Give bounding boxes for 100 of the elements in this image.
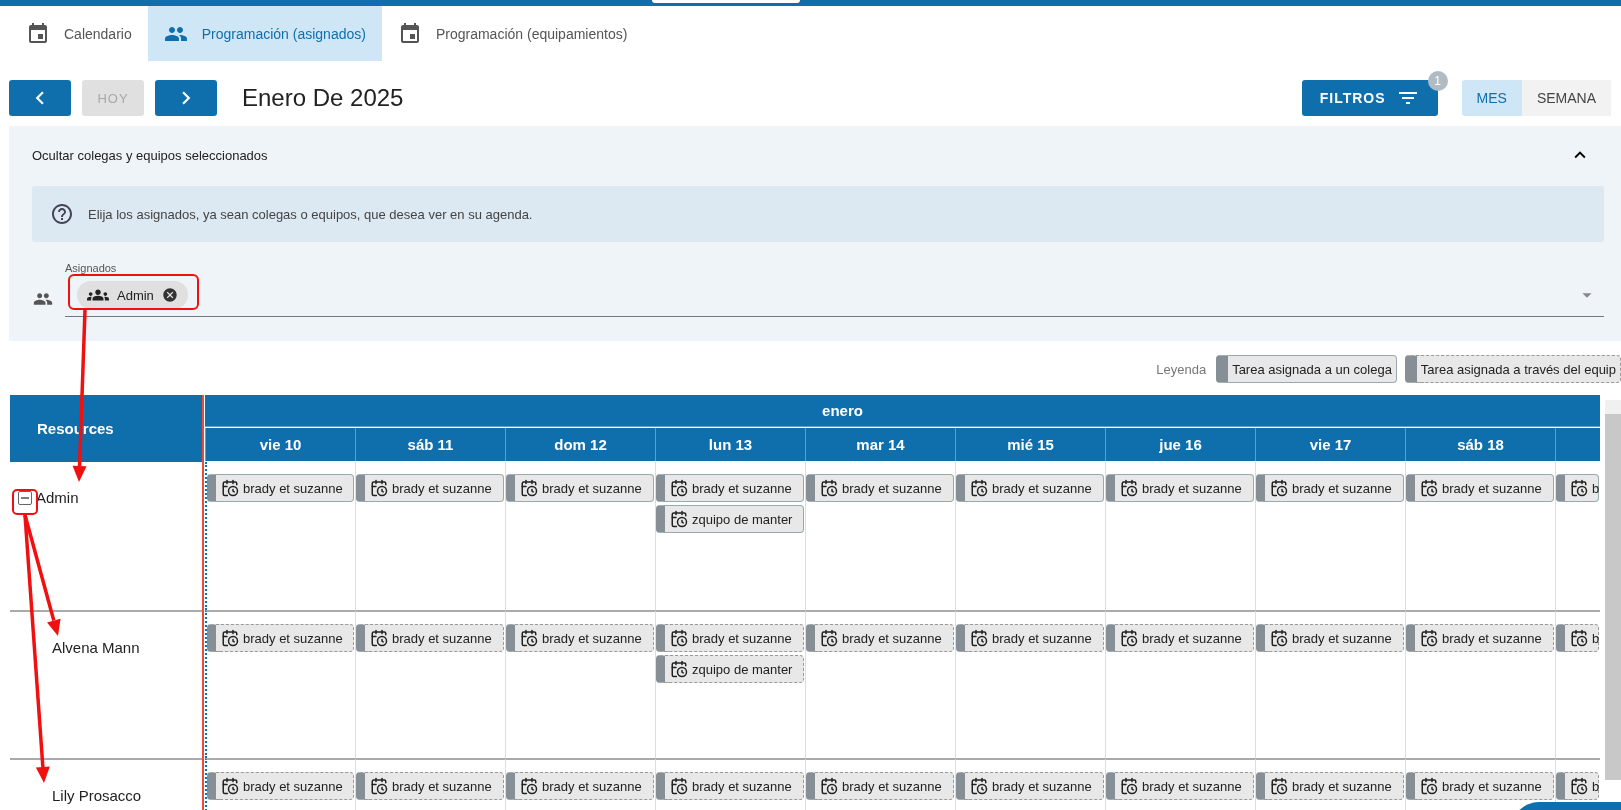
day-heading: jue 16 (1105, 428, 1255, 461)
calendar-clock-icon (1570, 777, 1588, 795)
calendar-clock-icon (1270, 777, 1288, 795)
tab[interactable]: Programación (asignados) (147, 6, 382, 61)
event-chip[interactable]: b (1556, 772, 1599, 800)
calendar-clock-icon (970, 479, 988, 497)
calendar-clock-icon (1420, 777, 1438, 795)
calendar-clock-icon (1420, 629, 1438, 647)
event-chip[interactable]: brady et suzanne (806, 772, 954, 800)
calendar-clock-icon (670, 479, 688, 497)
calendar-clock-icon (370, 629, 388, 647)
info-text: Elija los asignados, ya sean colegas o equipos, que desea ver en su agenda. (88, 206, 533, 222)
calendar-clock-icon (970, 777, 988, 795)
calendar-clock-icon (1570, 629, 1588, 647)
resource-name: Lily Prosacco (52, 787, 142, 804)
calendar-clock-icon (221, 777, 239, 795)
calendar-clock-icon (370, 479, 388, 497)
event-chip[interactable]: brady et suzanne (956, 772, 1104, 800)
calendar-clock-icon (1420, 479, 1438, 497)
event-chip[interactable]: brady et suzanne (1406, 474, 1554, 502)
event-chip[interactable]: brady et suzanne (1406, 624, 1554, 652)
event-chip[interactable]: brady et suzanne (1256, 624, 1404, 652)
calendar-clock-icon (520, 777, 538, 795)
month-title: Enero De 2025 (242, 84, 405, 112)
legend-item: Tarea asignada a un colega (1216, 355, 1397, 383)
calendar-icon (26, 21, 50, 46)
event-chip[interactable]: brady et suzanne (656, 772, 804, 800)
event-chip[interactable]: brady et suzanne (356, 772, 504, 800)
next-button[interactable] (155, 80, 217, 116)
previous-button[interactable] (9, 80, 71, 116)
assignees-field[interactable]: Asignados Admin (65, 258, 1604, 317)
tab[interactable]: Programación (equipamientos) (381, 6, 644, 61)
search-field[interactable] (652, 0, 800, 3)
event-chip[interactable]: brady et suzanne (656, 624, 804, 652)
event-chip[interactable]: zquipo de manter (656, 655, 804, 683)
calendar-clock-icon (1570, 479, 1588, 497)
day-heading: lun 13 (655, 428, 805, 461)
resource-name: Admin (36, 489, 79, 506)
view-toggle[interactable]: MES (1461, 80, 1522, 116)
event-chip[interactable]: brady et suzanne (1256, 474, 1404, 502)
event-chip[interactable]: brady et suzanne (806, 624, 954, 652)
tab[interactable]: Calendario (10, 6, 148, 61)
day-heading: mar 14 (805, 428, 955, 461)
filter-count-badge: 1 (1427, 71, 1448, 91)
legend-item: Tarea asignada a través del equip (1404, 355, 1621, 383)
calendar-clock-icon (370, 777, 388, 795)
calendar-clock-icon (970, 629, 988, 647)
calendar-clock-icon (1120, 479, 1138, 497)
calendar-clock-icon (1120, 777, 1138, 795)
event-chip[interactable]: brady et suzanne (207, 624, 354, 652)
event-chip[interactable]: brady et suzanne (956, 474, 1104, 502)
event-chip[interactable]: brady et suzanne (1106, 474, 1254, 502)
event-chip[interactable]: b (1556, 624, 1599, 652)
event-chip[interactable]: brady et suzanne (207, 772, 354, 800)
event-chip[interactable]: b (1556, 474, 1599, 502)
event-chip[interactable]: brady et suzanne (1106, 624, 1254, 652)
event-chip[interactable]: brady et suzanne (806, 474, 954, 502)
collapse-toggle[interactable] (18, 491, 32, 505)
view-toggle[interactable]: SEMANA (1521, 80, 1611, 116)
calendar-clock-icon (820, 777, 838, 795)
day-heading: vie 10 (205, 428, 355, 461)
day-heading: dom 12 (505, 428, 655, 461)
calendar-clock-icon (1270, 629, 1288, 647)
calendar-clock-icon (221, 629, 239, 647)
event-chip[interactable]: brady et suzanne (956, 624, 1104, 652)
panel-title: Ocultar colegas y equipos seleccionados (32, 147, 268, 163)
calendar-clock-icon (520, 479, 538, 497)
event-chip[interactable]: brady et suzanne (1106, 772, 1254, 800)
assignee-chip[interactable]: Admin (77, 281, 188, 309)
day-heading: sáb 11 (355, 428, 505, 461)
day-heading (1555, 428, 1600, 461)
resource-name: Alvena Mann (52, 639, 140, 656)
event-chip[interactable]: brady et suzanne (506, 772, 654, 800)
event-chip[interactable]: brady et suzanne (506, 624, 654, 652)
month-heading: enero (205, 395, 1600, 427)
calendar-clock-icon (670, 629, 688, 647)
calendar-clock-icon (1270, 479, 1288, 497)
scrollbar[interactable] (1605, 400, 1621, 780)
highlight-frame (12, 489, 38, 515)
calendar-clock-icon (520, 629, 538, 647)
event-chip[interactable]: brady et suzanne (506, 474, 654, 502)
event-chip[interactable]: brady et suzanne (1256, 772, 1404, 800)
event-chip[interactable]: zquipo de manter (656, 505, 804, 533)
help-icon (50, 202, 74, 226)
event-chip[interactable]: brady et suzanne (356, 474, 504, 502)
calendar-clock-icon (221, 479, 239, 497)
event-chip[interactable]: brady et suzanne (1406, 772, 1554, 800)
remove-icon[interactable] (161, 287, 178, 303)
day-heading: vie 17 (1255, 428, 1405, 461)
calendar-clock-icon (1120, 629, 1138, 647)
calendar-clock-icon (820, 629, 838, 647)
calendar-clock-icon (670, 777, 688, 795)
calendar-clock-icon (820, 479, 838, 497)
event-chip[interactable]: brady et suzanne (356, 624, 504, 652)
calendar-clock-icon (670, 510, 688, 528)
event-chip[interactable]: brady et suzanne (656, 474, 804, 502)
day-heading: mié 15 (955, 428, 1105, 461)
day-heading: sáb 18 (1405, 428, 1555, 461)
calendar-clock-icon (670, 660, 688, 678)
event-chip[interactable]: brady et suzanne (207, 474, 354, 502)
